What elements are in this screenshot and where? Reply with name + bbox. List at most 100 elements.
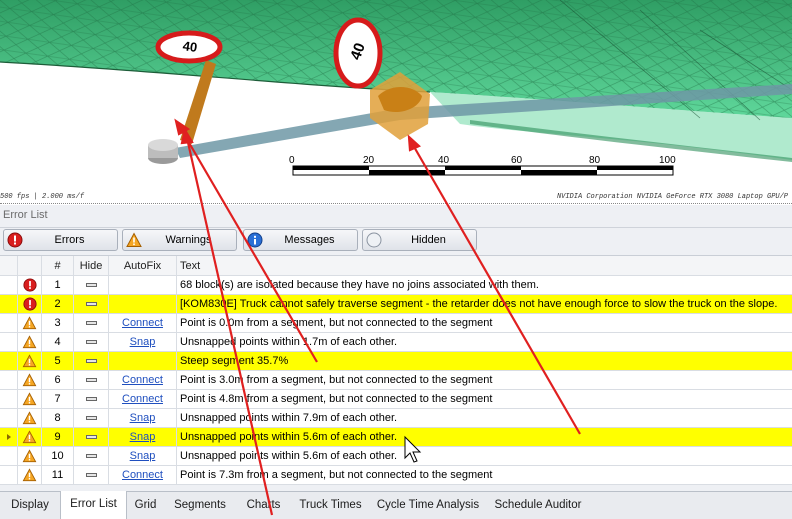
- hide-dash-icon: [85, 378, 97, 382]
- hide-toggle[interactable]: [74, 333, 109, 351]
- grid-body: 1 68 block(s) are isolated because they h…: [0, 276, 792, 485]
- header-text[interactable]: Text: [177, 256, 792, 275]
- table-row[interactable]: 4 Snap Unsnapped points within 1.7m of eac…: [0, 333, 792, 352]
- scale-label: 20: [363, 155, 375, 166]
- error-list-panel: Error List Errors Warnings Messages Hidd…: [0, 205, 792, 491]
- app-window: 40 40 0 20 40 60 80 100 500 fps | 2.000 ms/f …: [0, 0, 792, 519]
- tab-segments[interactable]: Segments: [164, 492, 236, 519]
- table-row[interactable]: 8 Snap Unsnapped points within 7.9m of eac…: [0, 409, 792, 428]
- row-indicator[interactable]: [0, 409, 18, 427]
- row-indicator[interactable]: [0, 371, 18, 389]
- hide-toggle[interactable]: [74, 390, 109, 408]
- hide-toggle[interactable]: [74, 314, 109, 332]
- autofix-link[interactable]: Connect: [122, 393, 163, 405]
- autofix-link[interactable]: Snap: [130, 336, 156, 348]
- table-row[interactable]: 11 Connect Point is 7.3m from a segment, b…: [0, 466, 792, 485]
- table-row[interactable]: 3 Connect Point is 0.0m from a segment, bu…: [0, 314, 792, 333]
- scale-label: 60: [511, 155, 523, 166]
- hide-toggle[interactable]: [74, 428, 109, 446]
- row-number: 8: [42, 409, 74, 427]
- autofix-cell[interactable]: Connect: [109, 314, 177, 332]
- header-indicator: [0, 256, 18, 275]
- tab-error-list[interactable]: Error List: [60, 491, 127, 519]
- table-row[interactable]: 1 68 block(s) are isolated because they h…: [0, 276, 792, 295]
- row-indicator[interactable]: [0, 314, 18, 332]
- hide-toggle[interactable]: [74, 447, 109, 465]
- warning-icon: [18, 409, 42, 427]
- row-number: 11: [42, 466, 74, 484]
- row-number: 4: [42, 333, 74, 351]
- table-row[interactable]: 5 Steep segment 35.7%: [0, 352, 792, 371]
- table-row[interactable]: 6 Connect Point is 3.0m from a segment, bu…: [0, 371, 792, 390]
- terrain-render: [0, 0, 792, 176]
- warnings-filter-button[interactable]: Warnings: [122, 229, 237, 251]
- row-indicator[interactable]: [0, 333, 18, 351]
- row-indicator[interactable]: [0, 447, 18, 465]
- autofix-cell[interactable]: Snap: [109, 333, 177, 351]
- row-text: Point is 4.8m from a segment, but not co…: [180, 393, 493, 405]
- autofix-cell[interactable]: Connect: [109, 466, 177, 484]
- hide-toggle[interactable]: [74, 409, 109, 427]
- tab-grid[interactable]: Grid: [127, 492, 164, 519]
- autofix-link[interactable]: Connect: [122, 317, 163, 329]
- scale-label: 0: [289, 155, 295, 166]
- hide-dash-icon: [85, 359, 97, 363]
- errors-filter-button[interactable]: Errors: [3, 229, 118, 251]
- hide-toggle[interactable]: [74, 352, 109, 370]
- tab-charts[interactable]: Charts: [236, 492, 291, 519]
- tab-cycle-time-analysis[interactable]: Cycle Time Analysis: [370, 492, 486, 519]
- panel-divider: [0, 227, 792, 228]
- autofix-cell: [109, 352, 177, 370]
- autofix-link[interactable]: Snap: [130, 431, 156, 443]
- table-row[interactable]: 7 Connect Point is 4.8m from a segment, bu…: [0, 390, 792, 409]
- warning-icon: [18, 314, 42, 332]
- row-text: Unsnapped points within 5.6m of each oth…: [180, 431, 398, 443]
- error-grid: # Hide AutoFix Text 1 68 block(s) are iso…: [0, 255, 792, 485]
- warning-icon: [18, 447, 42, 465]
- row-number: 5: [42, 352, 74, 370]
- row-indicator[interactable]: [0, 466, 18, 484]
- hide-toggle[interactable]: [74, 295, 109, 313]
- autofix-link[interactable]: Snap: [130, 412, 156, 424]
- autofix-cell[interactable]: Snap: [109, 409, 177, 427]
- 3d-viewport[interactable]: 40 40 0 20 40 60 80 100 500 fps | 2.000 ms/f …: [0, 0, 792, 204]
- tab-truck-times[interactable]: Truck Times: [291, 492, 370, 519]
- hide-dash-icon: [85, 283, 97, 287]
- row-number: 9: [42, 428, 74, 446]
- header-autofix[interactable]: AutoFix: [109, 256, 177, 275]
- hide-dash-icon: [85, 397, 97, 401]
- hidden-filter-button[interactable]: Hidden: [362, 229, 477, 251]
- hide-toggle[interactable]: [74, 371, 109, 389]
- autofix-cell[interactable]: Snap: [109, 428, 177, 446]
- table-row[interactable]: 9 Snap Unsnapped points within 5.6m of eac…: [0, 428, 792, 447]
- hide-dash-icon: [85, 454, 97, 458]
- autofix-link[interactable]: Connect: [122, 469, 163, 481]
- autofix-cell[interactable]: Connect: [109, 371, 177, 389]
- panel-title: Error List: [3, 209, 48, 221]
- gpu-info: NVIDIA Corporation NVIDIA GeForce RTX 30…: [556, 193, 788, 201]
- tab-display[interactable]: Display: [0, 492, 60, 519]
- hide-toggle[interactable]: [74, 276, 109, 294]
- row-indicator[interactable]: [0, 390, 18, 408]
- warning-icon: [18, 352, 42, 370]
- row-text: Unsnapped points within 5.6m of each oth…: [180, 450, 398, 462]
- autofix-link[interactable]: Connect: [122, 374, 163, 386]
- autofix-cell[interactable]: Connect: [109, 390, 177, 408]
- row-indicator[interactable]: [0, 352, 18, 370]
- header-hide[interactable]: Hide: [74, 256, 109, 275]
- warning-icon: [18, 466, 42, 484]
- table-row[interactable]: 2 [KOM830E] Truck cannot safely traverse …: [0, 295, 792, 314]
- grid-header: # Hide AutoFix Text: [0, 256, 792, 276]
- autofix-cell[interactable]: Snap: [109, 447, 177, 465]
- hide-toggle[interactable]: [74, 466, 109, 484]
- autofix-link[interactable]: Snap: [130, 450, 156, 462]
- header-number[interactable]: #: [42, 256, 74, 275]
- messages-filter-button[interactable]: Messages: [243, 229, 358, 251]
- row-text: Point is 7.3m from a segment, but not co…: [180, 469, 493, 481]
- row-indicator[interactable]: [0, 295, 18, 313]
- row-indicator[interactable]: [0, 276, 18, 294]
- row-number: 7: [42, 390, 74, 408]
- tab-schedule-auditor[interactable]: Schedule Auditor: [486, 492, 590, 519]
- table-row[interactable]: 10 Snap Unsnapped points within 5.6m of ea…: [0, 447, 792, 466]
- row-indicator[interactable]: [0, 428, 18, 446]
